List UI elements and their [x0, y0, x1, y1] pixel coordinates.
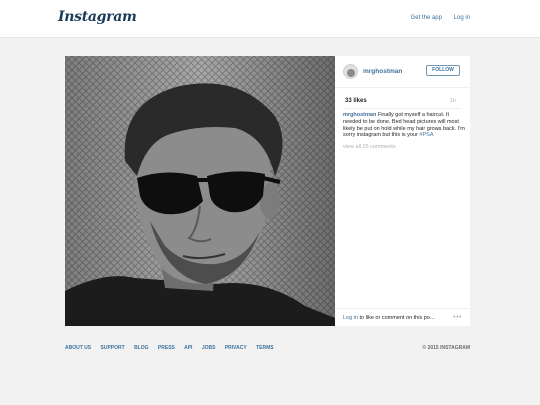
post-username[interactable]: mrghostman — [363, 68, 402, 75]
more-options-icon[interactable]: ••• — [453, 314, 462, 321]
footer-link-support[interactable]: SUPPORT — [101, 345, 125, 351]
footer-link-press[interactable]: PRESS — [158, 345, 175, 351]
avatar[interactable] — [343, 64, 358, 79]
view-all-comments-link[interactable]: view all 25 comments — [343, 144, 396, 150]
footer-link-privacy[interactable]: PRIVACY — [225, 345, 247, 351]
divider — [343, 108, 462, 109]
login-to-comment-note: Log in to like or comment on this po... — [343, 315, 434, 321]
likes-count[interactable]: 33 likes — [345, 98, 367, 104]
post-card: mrghostman FOLLOW 33 likes 1h mrghostman… — [65, 56, 470, 326]
caption-hashtag[interactable]: #PSA — [419, 132, 433, 138]
top-links: Get the app Log in — [401, 15, 470, 21]
post-sidebar: mrghostman FOLLOW 33 likes 1h mrghostman… — [335, 56, 470, 326]
selfie-photo-image — [65, 56, 335, 326]
footer-link-blog[interactable]: BLOG — [134, 345, 148, 351]
caption-username[interactable]: mrghostman — [343, 112, 376, 118]
top-navigation-bar: Instagram Get the app Log in — [0, 0, 540, 38]
footer-link-about-us[interactable]: ABOUT US — [65, 345, 91, 351]
footer-link-api[interactable]: API — [184, 345, 192, 351]
footer-link-jobs[interactable]: JOBS — [202, 345, 216, 351]
login-note-text: to like or comment on this po... — [358, 315, 435, 321]
post-age: 1h — [449, 98, 456, 104]
page-footer: ABOUT US SUPPORT BLOG PRESS API JOBS PRI… — [65, 345, 470, 351]
footer-link-terms[interactable]: TERMS — [256, 345, 274, 351]
copyright-text: © 2015 INSTAGRAM — [422, 345, 471, 351]
get-the-app-link[interactable]: Get the app — [411, 15, 442, 21]
instagram-logo[interactable]: Instagram — [58, 9, 137, 25]
post-caption: mrghostman Finally got myself a haircut.… — [343, 112, 467, 139]
login-to-comment-link[interactable]: Log in — [343, 315, 358, 321]
post-header: mrghostman FOLLOW — [335, 56, 470, 88]
comment-bar: Log in to like or comment on this po... … — [335, 308, 470, 326]
follow-button[interactable]: FOLLOW — [426, 65, 460, 76]
post-photo — [65, 56, 335, 326]
login-link[interactable]: Log in — [454, 15, 470, 21]
